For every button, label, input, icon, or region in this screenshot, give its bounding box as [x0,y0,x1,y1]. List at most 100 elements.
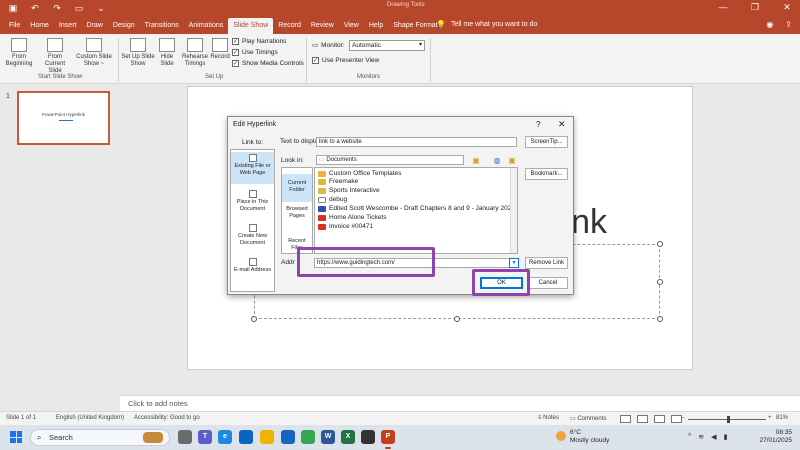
nav-browsed-pages[interactable]: Browsed Pages [282,206,312,228]
zoom-slider-thumb[interactable] [727,416,730,423]
tab-animations[interactable]: Animations [184,18,229,34]
show-media-controls-checkbox[interactable]: ✓ Show Media Controls [232,60,304,67]
list-item[interactable]: Home Alone Tickets [318,214,386,222]
up-folder-icon[interactable]: ▣ [471,156,481,166]
notes-pane[interactable]: Click to add notes [120,395,800,411]
play-narrations-checkbox[interactable]: ✓ Play Narrations [232,38,286,45]
slide-sorter-icon[interactable] [637,415,648,423]
resize-handle[interactable] [657,316,663,322]
word-icon[interactable]: W [321,430,335,444]
browse-web-icon[interactable]: ◍ [492,156,502,166]
teams-icon[interactable]: T [198,430,212,444]
tab-draw[interactable]: Draw [81,18,107,34]
resize-handle[interactable] [657,279,663,285]
link-email-address[interactable]: E-mail Address [231,256,274,280]
list-item[interactable]: Edited Scott Wescombe - Draft Chapters 8… [318,205,515,213]
remove-link-button[interactable]: Remove Link [525,257,568,269]
terminal-icon[interactable] [361,430,375,444]
chrome-icon[interactable] [301,430,315,444]
save-icon[interactable]: ▣ [6,3,20,14]
task-view-icon[interactable] [178,430,192,444]
tab-slide-show[interactable]: Slide Show [228,18,274,34]
close-icon[interactable]: ✕ [778,2,796,13]
windows-start-icon[interactable] [10,431,22,443]
tab-design[interactable]: Design [108,18,140,34]
tab-home[interactable]: Home [25,18,54,34]
link-place-in-document[interactable]: Place in This Document [231,188,274,218]
close-icon[interactable]: ✕ [558,119,566,130]
tab-insert[interactable]: Insert [54,18,82,34]
help-icon[interactable]: ? [536,120,540,129]
weather-widget[interactable]: 6°C Mostly cloudy [556,429,609,445]
wifi-icon[interactable]: ≋ [698,433,704,441]
zoom-out-icon[interactable]: – [681,415,684,421]
reading-view-icon[interactable] [654,415,665,423]
bookmark-button[interactable]: Bookmark... [525,168,568,180]
zoom-in-icon[interactable]: + [768,415,772,421]
comments-toggle[interactable]: ▭ Comments [570,415,606,422]
record-icon[interactable]: ◉ [766,20,773,29]
resize-handle[interactable] [251,316,257,322]
monitor-select[interactable]: Automatic ▾ [349,40,425,51]
resize-handle[interactable] [657,241,663,247]
powerpoint-icon[interactable]: P [381,430,395,449]
nav-current-folder[interactable]: Current Folder [282,174,312,202]
hide-slide-button[interactable]: Hide Slide [157,38,177,68]
look-in-select[interactable]: ▭ Documents [316,155,464,165]
from-beginning-button[interactable]: From Beginning [4,38,34,68]
list-item[interactable]: Custom Office Templates [318,170,401,178]
battery-icon[interactable]: ▮ [724,433,728,441]
excel-icon[interactable]: X [341,430,355,444]
use-presenter-view-checkbox[interactable]: ✓ Use Presenter View [312,57,379,64]
scrollbar[interactable] [510,168,517,253]
text-to-display-input[interactable]: link to a website [316,137,517,147]
minimize-icon[interactable]: — [714,2,732,13]
custom-slide-show-button[interactable]: Custom Slide Show ~ [75,38,113,68]
set-up-slide-show-button[interactable]: Set Up Slide Show [121,38,155,68]
language[interactable]: English (United Kingdom) [56,415,124,421]
tab-review[interactable]: Review [306,18,339,34]
rehearse-timings-button[interactable]: Rehearse Timings [180,38,210,68]
record-button[interactable]: Record [208,38,232,61]
zoom-level[interactable]: 81% [776,415,788,421]
clock[interactable]: 08:35 27/01/2025 [748,429,792,445]
link-create-new-document[interactable]: Create New Document [231,222,274,252]
volume-icon[interactable]: ◀ [711,433,716,441]
store-icon[interactable] [239,430,253,444]
list-item[interactable]: Sports Interactive [318,187,380,195]
cancel-button[interactable]: Cancel [528,277,568,289]
redo-icon[interactable]: ↷ [50,3,64,14]
accessibility-status[interactable]: Accessibility: Good to go [134,415,200,421]
link-existing-file[interactable]: Existing File or Web Page [231,152,274,184]
list-item[interactable]: Freemake [318,178,358,186]
use-timings-checkbox[interactable]: ✓ Use Timings [232,49,278,56]
normal-view-icon[interactable] [620,415,631,423]
browse-file-icon[interactable]: ▣ [507,156,517,166]
file-explorer-icon[interactable] [260,430,274,444]
slide-thumbnail[interactable]: PowerPoint Hyperlink [17,91,110,145]
tab-record[interactable]: Record [273,18,306,34]
taskbar-search[interactable]: ⌕ Search [30,429,170,446]
from-current-slide-button[interactable]: From Current Slide [38,38,72,75]
tab-file[interactable]: File [4,18,25,34]
notes-toggle[interactable]: ≡ Notes [538,415,559,421]
list-item[interactable]: Invoice #00471 [318,223,373,231]
tab-shape-format[interactable]: Shape Format [388,18,442,34]
screentip-button[interactable]: ScreenTip... [525,136,568,148]
tab-help[interactable]: Help [364,18,388,34]
mail-icon[interactable] [281,430,295,444]
customize-icon[interactable]: ⌄ [94,3,108,14]
chevron-up-icon[interactable]: ^ [688,433,691,441]
resize-handle[interactable] [454,316,460,322]
edge-icon[interactable]: e [218,430,232,444]
chevron-down-icon[interactable]: ▾ [509,258,519,268]
tab-view[interactable]: View [339,18,364,34]
present-icon[interactable]: ▭ [72,3,86,14]
share-icon[interactable]: ⇪ [785,20,792,29]
ribbon-right-tools: ◉ ⇪ [766,20,792,29]
list-item[interactable]: debug [318,196,347,204]
undo-icon[interactable]: ↶ [28,3,42,14]
tab-transitions[interactable]: Transitions [140,18,184,34]
restore-icon[interactable]: ❐ [746,2,764,13]
tell-me-search[interactable]: 💡 Tell me what you want to do [436,20,537,29]
